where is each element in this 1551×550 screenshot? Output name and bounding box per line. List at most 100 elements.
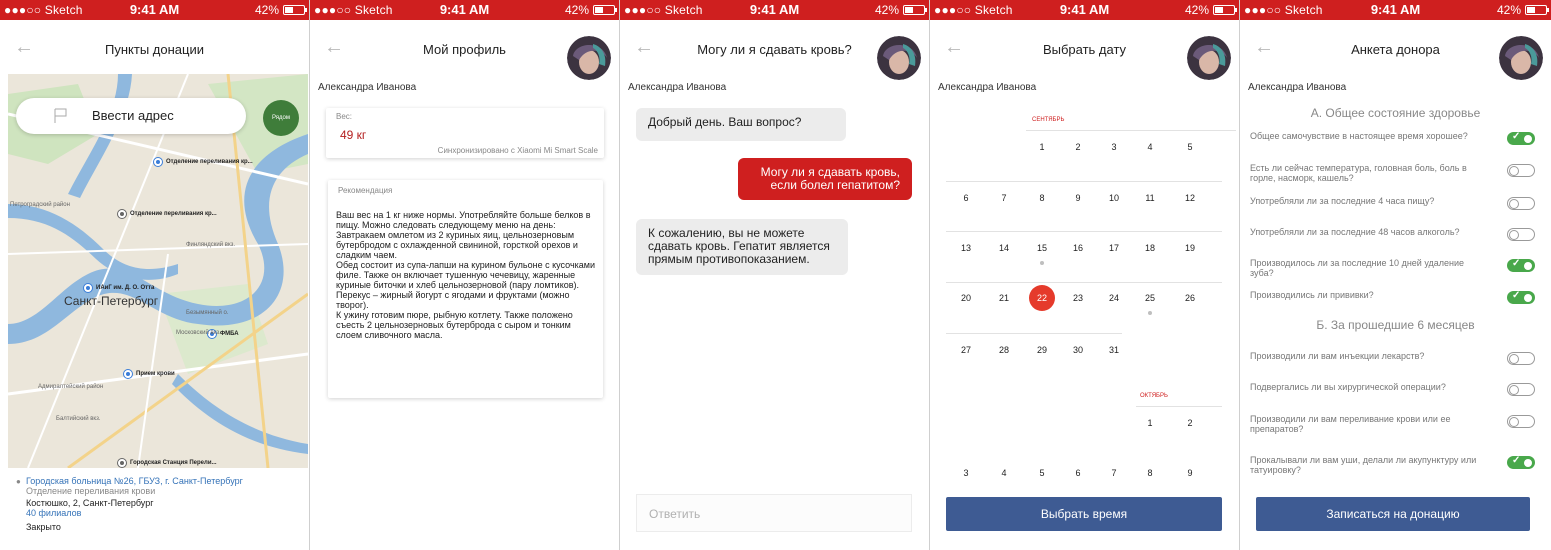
weight-card[interactable]: Вес: 49 кг Синхронизировано с Xiaomi Mi …	[326, 108, 604, 158]
map-view[interactable]: Ввести адрес Рядом Отделение переливания…	[8, 74, 308, 468]
question-toggle[interactable]	[1507, 352, 1535, 365]
question-toggle[interactable]	[1507, 415, 1535, 428]
calendar-day[interactable]: 26	[1178, 293, 1202, 303]
question-toggle[interactable]: ✓	[1507, 455, 1535, 469]
back-arrow-icon[interactable]: ←	[944, 36, 964, 59]
calendar-day-selected[interactable]: 22	[1029, 285, 1055, 311]
calendar-day[interactable]: 8	[1138, 468, 1162, 478]
calendar-day[interactable]: 5	[1030, 468, 1054, 478]
map-pin[interactable]: Отделение переливания кр...	[154, 158, 253, 166]
user-name: Александра Иванова	[1248, 82, 1347, 93]
calendar-day[interactable]: 19	[1178, 243, 1202, 253]
avatar[interactable]	[567, 36, 611, 80]
calendar-day[interactable]: 23	[1066, 293, 1090, 303]
reply-input[interactable]: Ответить	[636, 494, 912, 532]
calendar-day[interactable]: 4	[1138, 142, 1162, 152]
calendar-day[interactable]: 6	[954, 193, 978, 203]
avatar[interactable]	[1499, 36, 1543, 80]
back-arrow-icon[interactable]: ←	[14, 36, 34, 59]
calendar-day[interactable]: 7	[992, 193, 1016, 203]
back-arrow-icon[interactable]: ←	[634, 36, 654, 59]
calendar-day[interactable]: 5	[1178, 142, 1202, 152]
status-label: Закрыто	[26, 522, 61, 532]
page-title: Мой профиль	[423, 42, 506, 57]
checkmark-icon: ✓	[1512, 131, 1521, 142]
toggle-knob	[1509, 417, 1519, 427]
calendar-day[interactable]: 4	[992, 468, 1016, 478]
map-pin[interactable]: Отделение переливания кр...	[118, 210, 217, 218]
calendar-day[interactable]: 24	[1102, 293, 1126, 303]
map-pin[interactable]: ИАиГ им. Д. О. Отта	[84, 284, 154, 292]
calendar-day[interactable]: 2	[1066, 142, 1090, 152]
question-toggle[interactable]	[1507, 383, 1535, 396]
calendar-day[interactable]: 21	[992, 293, 1016, 303]
address-input[interactable]: Ввести адрес	[92, 108, 174, 123]
choose-time-button[interactable]: Выбрать время	[946, 497, 1222, 531]
calendar-day[interactable]: 20	[954, 293, 978, 303]
calendar-day[interactable]: 7	[1102, 468, 1126, 478]
register-donation-button[interactable]: Записаться на донацию	[1256, 497, 1530, 531]
branches-link[interactable]: 40 филиалов	[26, 508, 306, 518]
checkmark-icon: ✓	[1512, 290, 1521, 301]
sync-label: Синхронизировано с Xiaomi Mi Smart Scale	[437, 146, 598, 155]
calendar-day[interactable]: 9	[1178, 468, 1202, 478]
address-search-bar[interactable]: Ввести адрес	[16, 98, 246, 134]
question-text: Производились ли прививки?	[1250, 290, 1374, 300]
question-text: Производили ли вам переливание крови или…	[1250, 414, 1451, 434]
question-toggle[interactable]: ✓	[1507, 131, 1535, 145]
calendar-day[interactable]: 2	[1178, 418, 1202, 428]
question-text: Производили ли вам инъекции лекарств?	[1250, 351, 1425, 361]
calendar-day[interactable]: 8	[1030, 193, 1054, 203]
question-toggle[interactable]: ✓	[1507, 258, 1535, 272]
avatar-image	[1187, 36, 1231, 80]
calendar-day[interactable]: 1	[1030, 142, 1054, 152]
question-toggle[interactable]: ✓	[1507, 290, 1535, 304]
map-pin[interactable]: Городская Станция Перели...	[118, 459, 217, 467]
calendar-row-divider	[946, 333, 1122, 334]
calendar-day[interactable]: 30	[1066, 345, 1090, 355]
avatar-image	[1499, 36, 1543, 80]
calendar-day[interactable]: 12	[1178, 193, 1202, 203]
battery-fill	[285, 7, 293, 13]
section-title: А. Общее состояние здоровье	[1310, 106, 1481, 120]
calendar-row-divider	[1136, 406, 1222, 407]
calendar-day[interactable]: 3	[954, 468, 978, 478]
chat-message-incoming: К сожалению, вы не можете сдавать кровь.…	[636, 219, 848, 275]
calendar-day[interactable]: 3	[1102, 142, 1126, 152]
status-bar: ●●●○○ Sketch 9:41 AM 42%	[310, 0, 619, 20]
calendar-day[interactable]: 16	[1066, 243, 1090, 253]
battery-percent: 42%	[1496, 3, 1521, 17]
map-station-label: Московский вкз.	[176, 330, 221, 336]
weight-value: 49 кг	[340, 128, 367, 142]
calendar-day[interactable]: 29	[1030, 345, 1054, 355]
question-toggle[interactable]	[1507, 228, 1535, 241]
map-district-label: Петроградский район	[10, 202, 70, 208]
page-title: Анкета донора	[1351, 42, 1440, 57]
question-text: Прокалывали ли вам уши, делали ли акупун…	[1250, 455, 1477, 475]
calendar-day[interactable]: 27	[954, 345, 978, 355]
back-arrow-icon[interactable]: ←	[324, 36, 344, 59]
nearby-button[interactable]: Рядом	[263, 100, 299, 136]
calendar-day[interactable]: 1	[1138, 418, 1162, 428]
calendar-day[interactable]: 28	[992, 345, 1016, 355]
month-label: ОКТЯБРЬ	[1140, 393, 1168, 399]
calendar-day[interactable]: 15	[1030, 243, 1054, 253]
calendar-day[interactable]: 14	[992, 243, 1016, 253]
avatar[interactable]	[877, 36, 921, 80]
calendar-day[interactable]: 31	[1102, 345, 1126, 355]
pin-label: Городская Станция Перели...	[130, 460, 217, 466]
question-toggle[interactable]	[1507, 164, 1535, 177]
calendar-day[interactable]: 6	[1066, 468, 1090, 478]
calendar-day[interactable]: 25	[1138, 293, 1162, 303]
calendar-day[interactable]: 10	[1102, 193, 1126, 203]
calendar-day[interactable]: 9	[1066, 193, 1090, 203]
calendar-day[interactable]: 17	[1102, 243, 1126, 253]
calendar-day[interactable]: 13	[954, 243, 978, 253]
calendar-day[interactable]: 18	[1138, 243, 1162, 253]
hospital-link[interactable]: Городская больница №26, ГБУЗ, г. Санкт-П…	[26, 476, 306, 486]
avatar[interactable]	[1187, 36, 1231, 80]
question-toggle[interactable]	[1507, 197, 1535, 210]
back-arrow-icon[interactable]: ←	[1254, 36, 1274, 59]
calendar-day[interactable]: 11	[1138, 193, 1162, 203]
map-pin[interactable]: Прием крови	[124, 370, 175, 378]
